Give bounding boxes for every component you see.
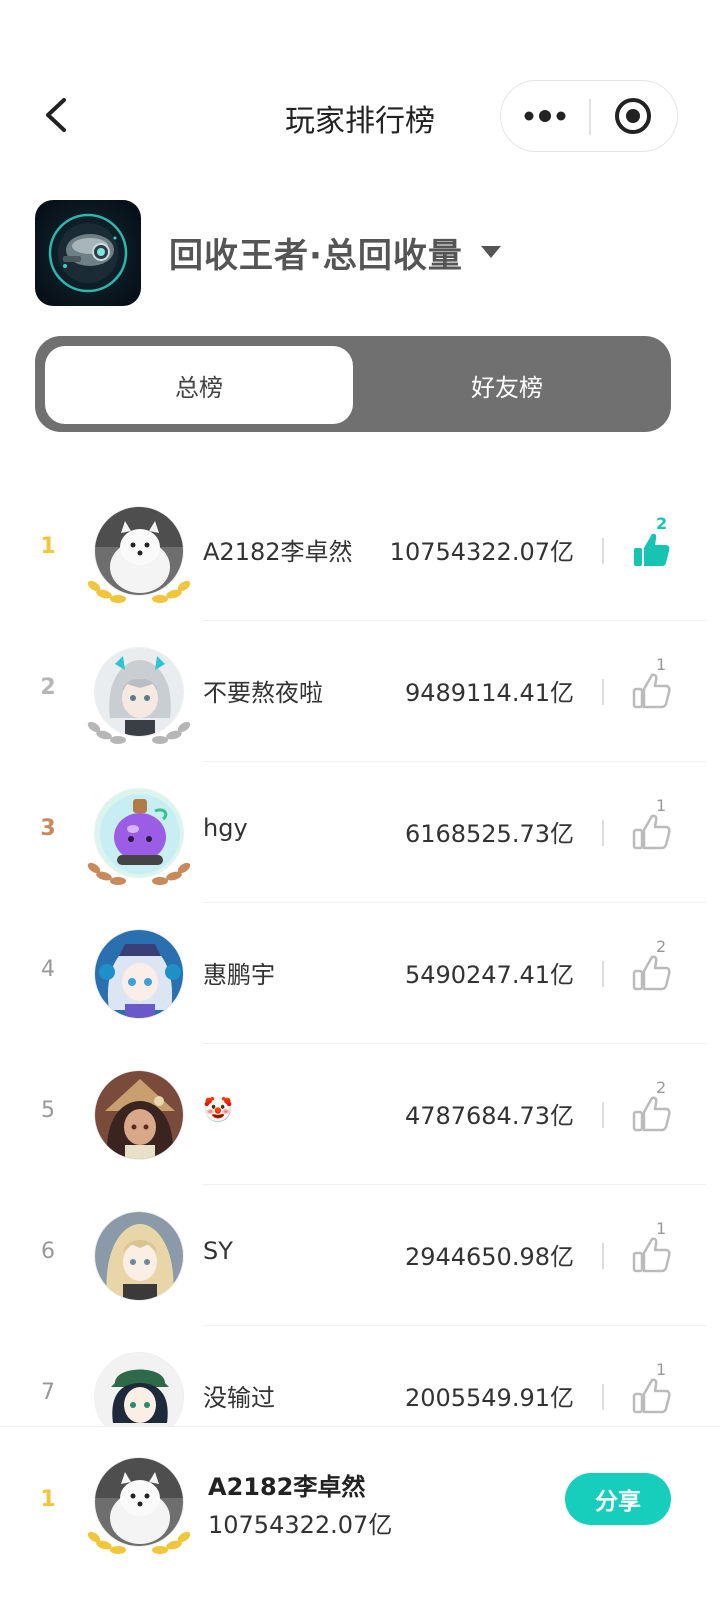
game-logo-icon <box>35 200 141 306</box>
thumbs-up-outline-icon[interactable] <box>630 951 674 995</box>
thumbs-up-outline-icon[interactable] <box>630 810 674 854</box>
green-hat-boy-avatar <box>94 1352 184 1426</box>
like-count: 2 <box>656 937 667 956</box>
rank-number: 1 <box>40 534 56 559</box>
share-button[interactable]: 分享 <box>565 1473 671 1525</box>
laurel-gold-icon <box>87 580 191 603</box>
game-title[interactable]: 回收王者·总回收量 <box>169 228 463 277</box>
thumbs-up-filled-icon[interactable] <box>630 528 674 572</box>
caret-down-icon[interactable] <box>481 246 501 258</box>
separator <box>602 1384 604 1410</box>
rank-number: 7 <box>41 1380 55 1405</box>
tab-overall[interactable]: 总榜 <box>45 346 353 424</box>
more-button[interactable] <box>501 81 589 151</box>
rank-number: 6 <box>41 1239 55 1264</box>
laurel-silver-icon <box>87 721 191 744</box>
avatar <box>94 1352 186 1426</box>
my-rank-number: 1 <box>40 1487 56 1512</box>
ranking-row[interactable]: 4 惠鹏宇 5490247.41亿 2 <box>0 903 720 1044</box>
like-count: 2 <box>656 514 668 533</box>
player-score: 4787684.73亿 <box>404 1102 574 1130</box>
player-name: 没输过 <box>203 1384 275 1412</box>
player-score: 2944650.98亿 <box>404 1243 574 1271</box>
like-count: 1 <box>656 796 667 815</box>
ranking-row[interactable]: 3 hgy 6168525.73亿 1 <box>0 762 720 903</box>
player-score: 9489114.41亿 <box>404 679 574 707</box>
ranking-row[interactable]: 5 🤡 4787684.73亿 2 <box>0 1044 720 1185</box>
player-score: 2005549.91亿 <box>404 1384 574 1412</box>
player-score: 10754322.07亿 <box>389 538 574 566</box>
blue-anime-girl-avatar <box>94 929 184 1019</box>
ranking-row[interactable]: 7 没输过 2005549.91亿 1 <box>0 1326 720 1426</box>
target-close-icon <box>615 98 651 134</box>
more-dots-icon <box>524 110 566 122</box>
like-count: 1 <box>656 655 667 674</box>
my-score: 10754322.07亿 <box>208 1511 393 1539</box>
ranking-list[interactable]: 1 A2182李卓然 10754322.07亿 2 2 不要熬夜啦 948911… <box>0 480 720 1426</box>
rank-number: 3 <box>40 816 56 841</box>
avatar <box>87 647 191 744</box>
my-ranking-bar: 1 A2182李卓然 10754322.07亿 分享 <box>0 1426 720 1600</box>
thumbs-up-outline-icon[interactable] <box>630 669 674 713</box>
player-score: 6168525.73亿 <box>404 820 574 848</box>
rank-number: 2 <box>40 675 56 700</box>
avatar <box>94 929 186 1021</box>
my-avatar <box>87 1457 191 1554</box>
separator <box>602 538 604 564</box>
tab-friends[interactable]: 好友榜 <box>353 346 661 424</box>
separator <box>602 1102 604 1128</box>
avatar <box>87 506 191 603</box>
laurel-bronze-icon <box>87 862 191 885</box>
separator <box>602 679 604 705</box>
player-name: SY <box>203 1237 233 1265</box>
like-count: 2 <box>656 1078 667 1097</box>
player-name: hgy <box>203 814 248 842</box>
rank-number: 5 <box>41 1098 55 1123</box>
tribal-anime-girl-avatar <box>94 1070 184 1160</box>
thumbs-up-outline-icon[interactable] <box>630 1092 674 1136</box>
ranking-row[interactable]: 6 SY 2944650.98亿 1 <box>0 1185 720 1326</box>
ranking-row[interactable]: 2 不要熬夜啦 9489114.41亿 1 <box>0 621 720 762</box>
player-name: 🤡 <box>203 1096 233 1124</box>
thumbs-up-outline-icon[interactable] <box>630 1374 674 1418</box>
like-count: 1 <box>656 1360 667 1379</box>
avatar <box>94 1211 186 1303</box>
rank-number: 4 <box>41 957 55 982</box>
game-header: 回收王者·总回收量 <box>35 200 685 306</box>
mini-program-capsule <box>500 80 678 152</box>
player-name: A2182李卓然 <box>203 538 353 566</box>
separator <box>602 820 604 846</box>
separator <box>602 961 604 987</box>
thumbs-up-outline-icon[interactable] <box>630 1233 674 1277</box>
close-mini-program-button[interactable] <box>589 81 677 151</box>
laurel-gold-icon <box>87 1531 191 1554</box>
player-name: 不要熬夜啦 <box>203 679 323 707</box>
ranking-row[interactable]: 1 A2182李卓然 10754322.07亿 2 <box>0 480 720 621</box>
player-score: 5490247.41亿 <box>404 961 574 989</box>
leaderboard-tabs: 总榜 好友榜 <box>35 336 671 432</box>
avatar <box>94 1070 186 1162</box>
player-name: 惠鹏宇 <box>203 961 275 989</box>
like-count: 1 <box>656 1219 667 1238</box>
blonde-anime-girl-avatar <box>94 1211 184 1301</box>
top-nav-bar: 玩家排行榜 <box>0 70 720 160</box>
separator <box>602 1243 604 1269</box>
avatar <box>87 788 191 885</box>
my-name: A2182李卓然 <box>208 1473 366 1501</box>
